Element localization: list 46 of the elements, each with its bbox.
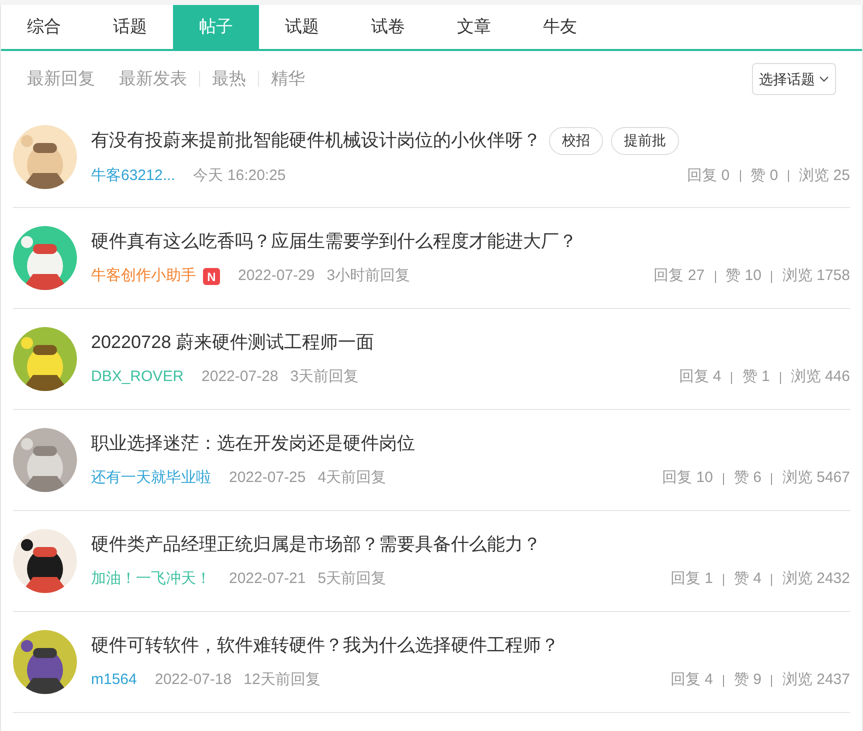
like-count: 赞 1 xyxy=(742,367,770,388)
like-count: 赞 10 xyxy=(726,266,762,286)
last-reply-time: 5天前回复 xyxy=(318,569,386,590)
last-reply-time: 4天前回复 xyxy=(318,468,386,488)
last-reply-time: 3天前回复 xyxy=(290,367,359,388)
like-count: 赞 0 xyxy=(750,166,778,186)
tab[interactable]: 试题 xyxy=(259,5,345,49)
chevron-down-icon xyxy=(819,74,829,84)
tag[interactable]: 校招 xyxy=(549,126,603,155)
post-date: 2022-07-21 xyxy=(229,569,306,590)
tab[interactable]: 试卷 xyxy=(345,5,431,49)
view-count: 浏览 25 xyxy=(799,166,850,186)
post-title[interactable]: 20220728 蔚来硬件测试工程师一面 xyxy=(91,329,374,356)
reply-count: 回复 0 xyxy=(687,166,730,186)
last-reply-time: 3小时前回复 xyxy=(326,266,410,286)
badge: N xyxy=(203,268,220,285)
topic-select[interactable]: 选择话题 xyxy=(752,63,836,95)
tag[interactable]: 提前批 xyxy=(611,126,679,155)
reply-count: 回复 27 xyxy=(654,266,705,286)
reply-count: 回复 4 xyxy=(678,367,722,388)
like-count: 赞 4 xyxy=(734,569,762,590)
reply-count: 回复 4 xyxy=(670,670,713,690)
post-title[interactable]: 硬件类产品经理正统归属是市场部？需要具备什么能力？ xyxy=(91,531,541,558)
reply-count: 回复 1 xyxy=(670,569,713,590)
like-count: 赞 9 xyxy=(734,670,762,690)
tab[interactable]: 话题 xyxy=(87,5,173,49)
post-title[interactable]: 有没有投蔚来提前批智能硬件机械设计岗位的小伙伴呀？ xyxy=(91,127,541,154)
view-count: 浏览 446 xyxy=(790,367,850,388)
post-date: 今天 16:20:25 xyxy=(193,166,286,186)
post-title[interactable]: 职业选择迷茫：选在开发岗还是硬件岗位 xyxy=(91,430,415,458)
reply-count: 回复 10 xyxy=(662,468,713,488)
view-count: 浏览 5467 xyxy=(782,468,850,488)
post-date: 2022-07-28 xyxy=(202,367,278,388)
post-date: 2022-07-25 xyxy=(229,468,306,488)
post-title[interactable]: 硬件真有这么吃香吗？应届生需要学到什么程度才能进大厂？ xyxy=(91,228,577,256)
like-count: 赞 6 xyxy=(734,468,762,488)
last-reply-time: 12天前回复 xyxy=(244,670,320,690)
tab[interactable]: 文章 xyxy=(431,5,517,49)
tab[interactable]: 牛友 xyxy=(517,5,603,49)
view-count: 浏览 2437 xyxy=(782,670,850,690)
post-date: 2022-07-29 xyxy=(238,266,315,286)
post-date: 2022-07-18 xyxy=(154,670,232,690)
tab[interactable]: 综合 xyxy=(1,5,87,49)
post-title[interactable]: 硬件可转软件，软件难转硬件？我为什么选择硬件工程师？ xyxy=(91,632,559,660)
view-count: 浏览 1758 xyxy=(782,266,850,286)
view-count: 浏览 2432 xyxy=(782,569,850,590)
